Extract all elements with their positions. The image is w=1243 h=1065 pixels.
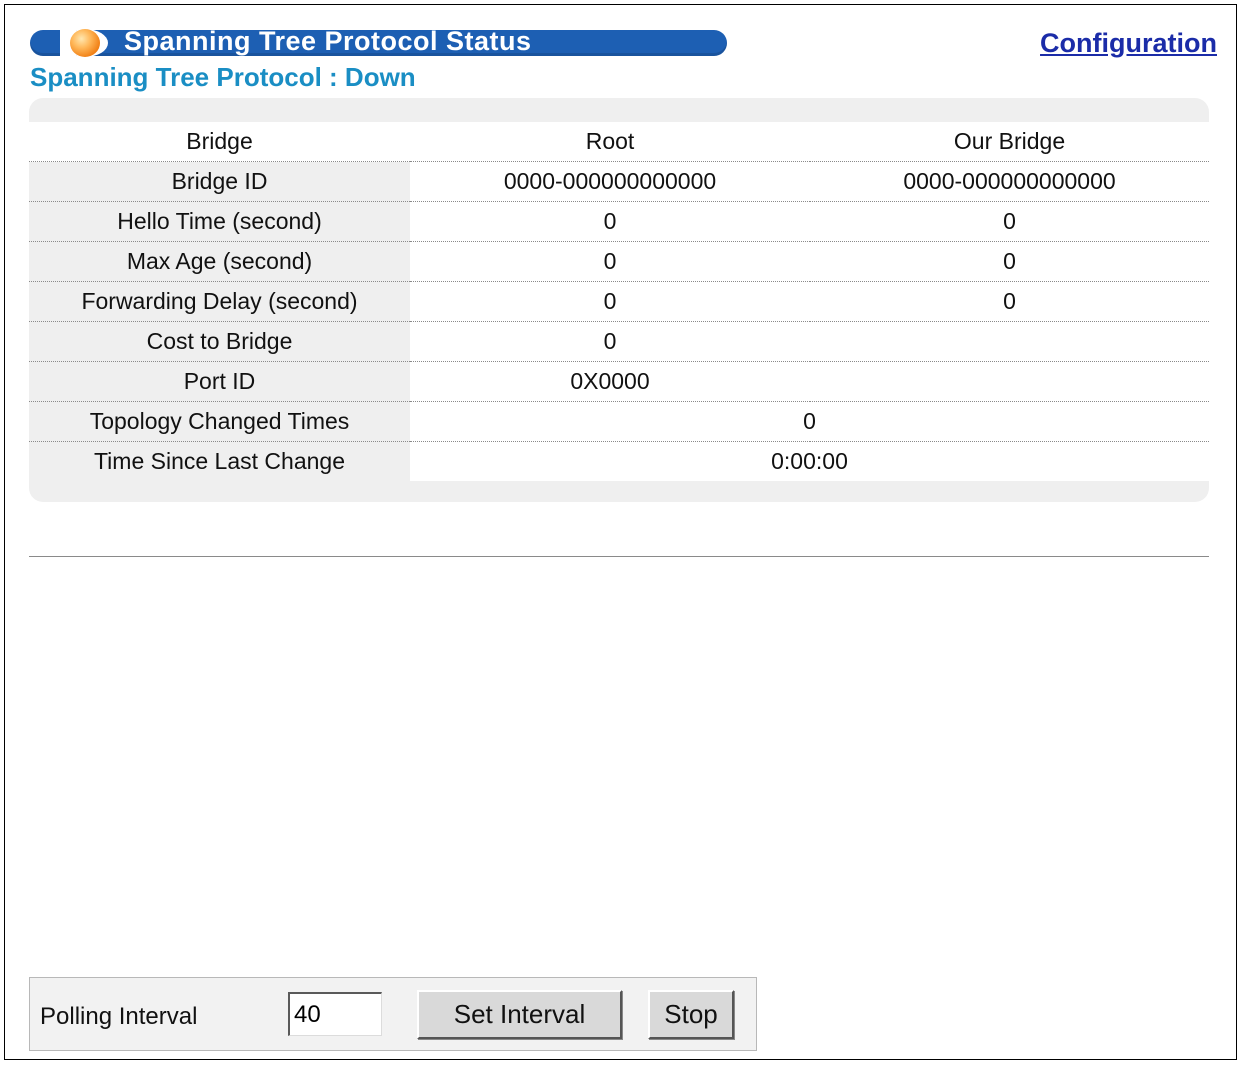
polling-interval-label: Polling Interval	[40, 1003, 198, 1030]
stp-status-heading: Spanning Tree Protocol : Down	[30, 62, 416, 92]
table-row-topology-changed-times: Topology Changed Times 0	[29, 401, 1209, 442]
column-header-root: Root	[410, 122, 810, 162]
table-row-hello-time: Hello Time (second) 0 0	[29, 201, 1209, 242]
row-label: Time Since Last Change	[93, 448, 345, 474]
row-label: Hello Time (second)	[29, 201, 410, 242]
root-value: 0	[410, 321, 810, 362]
column-header-bridge: Bridge	[29, 122, 410, 162]
row-label: Bridge ID	[29, 161, 410, 202]
root-value: 0	[410, 241, 810, 282]
root-value: 0000-000000000000	[410, 161, 810, 202]
row-label: Topology Changed Times	[29, 401, 410, 442]
our-bridge-value: 0	[810, 241, 1209, 282]
banner-title: Spanning Tree Protocol Status	[124, 26, 532, 56]
column-header-our-bridge: Our Bridge	[810, 122, 1209, 162]
our-bridge-value: 0	[810, 281, 1209, 322]
row-label: Max Age (second)	[29, 241, 410, 282]
table-row-port-id: Port ID 0X0000	[29, 361, 1209, 402]
configuration-link[interactable]: Configuration	[1040, 28, 1217, 59]
table-row-time-since-last-change: Time Since Last Change 0:00:00	[29, 441, 1209, 481]
merged-value: 0:00:00	[410, 441, 1209, 481]
our-bridge-value: 0000-000000000000	[810, 161, 1209, 202]
stop-button[interactable]: Stop	[648, 990, 734, 1039]
table-row-cost-to-bridge: Cost to Bridge 0	[29, 321, 1209, 362]
our-bridge-value-empty	[810, 321, 1209, 362]
our-bridge-value: 0	[810, 201, 1209, 242]
merged-value: 0	[410, 401, 1209, 442]
table-row-forwarding-delay: Forwarding Delay (second) 0 0	[29, 281, 1209, 322]
table-row-bridge-id: Bridge ID 0000-000000000000 0000-0000000…	[29, 161, 1209, 202]
orange-orb-icon	[70, 29, 100, 57]
row-label: Cost to Bridge	[29, 321, 410, 362]
row-label: Forwarding Delay (second)	[29, 281, 410, 322]
root-value: 0X0000	[410, 361, 810, 402]
table-header-row: Bridge Root Our Bridge	[29, 122, 1209, 162]
root-value: 0	[410, 281, 810, 322]
our-bridge-value-empty	[810, 361, 1209, 402]
polling-interval-input[interactable]	[288, 992, 382, 1036]
table-row-max-age: Max Age (second) 0 0	[29, 241, 1209, 282]
set-interval-button[interactable]: Set Interval	[417, 990, 622, 1039]
section-divider	[29, 556, 1209, 557]
row-label: Port ID	[29, 361, 410, 402]
root-value: 0	[410, 201, 810, 242]
stp-status-table: Bridge Root Our Bridge Bridge ID 0000-00…	[29, 122, 1209, 481]
